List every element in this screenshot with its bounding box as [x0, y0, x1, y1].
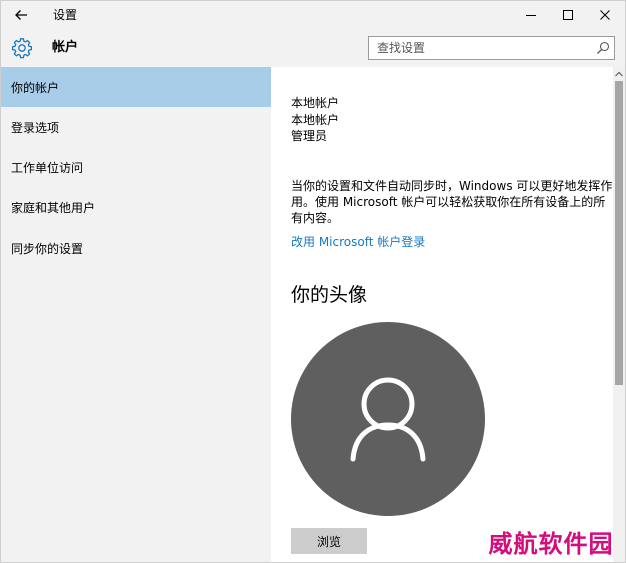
sidebar-item-label: 你的帐户	[11, 80, 60, 95]
browse-button[interactable]: 浏览	[291, 528, 367, 554]
avatar-heading: 你的头像	[291, 284, 368, 306]
search-icon[interactable]	[596, 41, 610, 55]
sidebar-item-label: 工作单位访问	[11, 160, 84, 175]
sidebar-item-label: 家庭和其他用户	[11, 200, 96, 215]
scroll-up-button[interactable]	[613, 67, 625, 81]
sidebar-item-sync-settings[interactable]: 同步你的设置	[1, 228, 271, 268]
account-type: 本地帐户	[291, 113, 340, 127]
window-title: 设置	[53, 8, 78, 22]
minimize-button[interactable]	[513, 1, 549, 29]
chevron-up-icon	[615, 71, 623, 77]
page-header: 帐户	[1, 29, 625, 67]
search-input[interactable]	[369, 37, 589, 59]
sidebar-item-label: 登录选项	[11, 120, 60, 135]
minimize-icon	[526, 15, 536, 16]
watermark: 威航软件园	[479, 525, 623, 558]
sidebar-item-your-account[interactable]: 你的帐户	[1, 67, 271, 107]
sidebar-item-sign-in-options[interactable]: 登录选项	[1, 107, 271, 147]
page-title: 帐户	[52, 40, 79, 55]
sidebar-item-work-access[interactable]: 工作单位访问	[1, 147, 271, 187]
user-silhouette-icon	[350, 377, 426, 462]
account-role: 管理员	[291, 129, 328, 143]
main-content: 本地帐户 本地帐户 管理员 当你的设置和文件自动同步时，Windows 可以更好…	[271, 67, 613, 562]
close-button[interactable]	[587, 1, 623, 29]
sidebar: 你的帐户 登录选项 工作单位访问 家庭和其他用户 同步你的设置	[1, 67, 271, 562]
avatar	[291, 322, 485, 516]
sync-description: 当你的设置和文件自动同步时，Windows 可以更好地发挥作用。使用 Micro…	[291, 179, 613, 225]
content-scrollbar[interactable]	[613, 67, 625, 562]
maximize-icon	[563, 10, 573, 20]
maximize-button[interactable]	[550, 1, 586, 29]
close-icon	[600, 10, 610, 20]
title-bar: 设置	[1, 1, 625, 29]
sidebar-item-family-other-users[interactable]: 家庭和其他用户	[1, 187, 271, 227]
back-button[interactable]	[9, 4, 33, 26]
settings-window: 设置 帐户 查找设置 你的帐户 登录选项 工作单位访问 家庭和其他用户 同步你的…	[0, 0, 626, 563]
sidebar-item-label: 同步你的设置	[11, 241, 84, 256]
account-name: 本地帐户	[291, 96, 340, 110]
search-box[interactable]	[368, 36, 615, 60]
watermark-text: 威航软件园	[488, 528, 614, 558]
gear-icon	[11, 38, 33, 59]
switch-to-microsoft-account-link[interactable]: 改用 Microsoft 帐户登录	[291, 234, 425, 250]
arrow-left-icon	[15, 10, 27, 20]
scrollbar-thumb[interactable]	[615, 81, 623, 385]
